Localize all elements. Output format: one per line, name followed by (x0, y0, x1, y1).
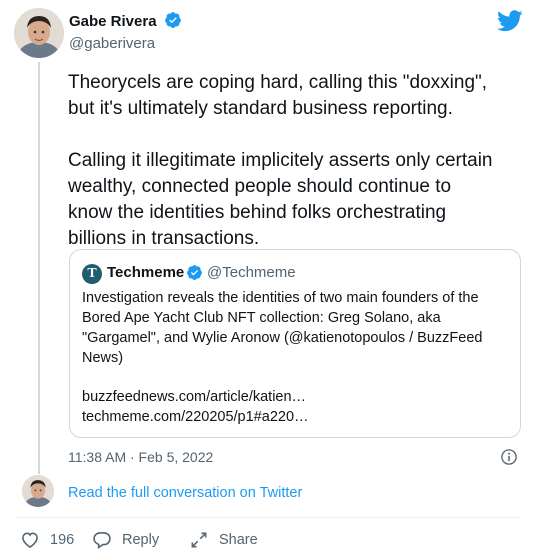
author-handle[interactable]: @gaberivera (69, 35, 155, 52)
quote-author-name[interactable]: Techmeme (107, 264, 184, 281)
tweet-paragraph: Theorycels are coping hard, calling this… (68, 72, 488, 119)
like-button[interactable]: 196 (20, 530, 74, 550)
quoted-tweet[interactable]: T Techmeme @Techmeme Investigation revea… (69, 249, 521, 438)
reply-icon (93, 532, 111, 550)
quote-link[interactable]: buzzfeednews.com/article/katien… (82, 389, 306, 405)
heart-icon (22, 532, 38, 549)
divider (14, 517, 520, 518)
tweet-body: Theorycels are coping hard, calling this… (68, 70, 528, 252)
tweet-timestamp[interactable]: 11:38 AM · Feb 5, 2022 (68, 449, 213, 465)
embedded-tweet-card: Gabe Rivera @gaberivera Theorycels are c… (0, 0, 534, 553)
thread-line (38, 62, 40, 474)
conversation-avatar[interactable] (22, 475, 54, 507)
share-button[interactable]: Share (189, 530, 258, 550)
info-icon[interactable] (500, 448, 518, 466)
tweet-paragraph: Calling it illegitimate implicitely asse… (68, 150, 493, 249)
quote-text: Investigation reveals the identities of … (82, 290, 483, 366)
read-conversation-link[interactable]: Read the full conversation on Twitter (68, 485, 302, 501)
share-label: Share (219, 532, 258, 548)
author-avatar[interactable] (14, 8, 64, 58)
author-name[interactable]: Gabe Rivera (69, 13, 157, 30)
author-name-row[interactable]: Gabe Rivera (69, 11, 182, 34)
verified-badge-icon (164, 11, 182, 34)
quote-link[interactable]: techmeme.com/220205/p1#a220… (82, 409, 309, 425)
twitter-bird-icon[interactable] (497, 10, 523, 32)
verified-badge-icon (186, 264, 203, 286)
share-icon (191, 532, 207, 548)
reply-label: Reply (122, 532, 160, 548)
like-count: 196 (50, 532, 75, 548)
quote-author-handle[interactable]: @Techmeme (207, 264, 296, 281)
quote-avatar[interactable]: T (82, 264, 102, 284)
reply-button[interactable]: Reply (92, 530, 159, 550)
